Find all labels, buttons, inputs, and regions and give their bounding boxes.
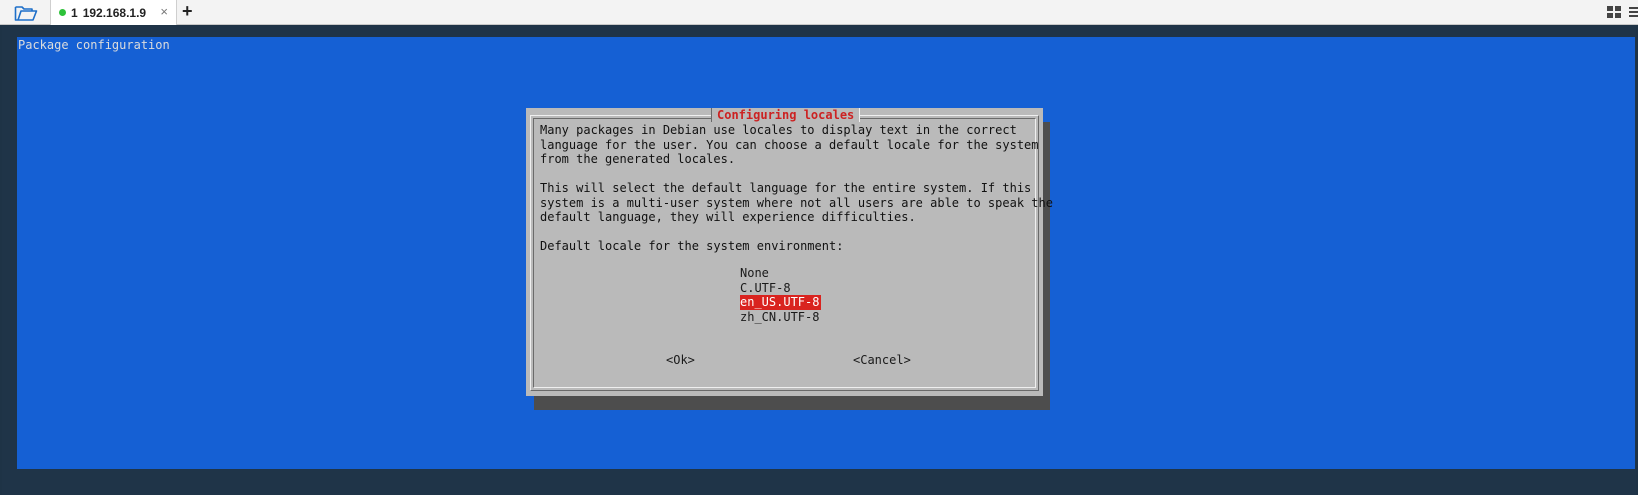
- locale-option-c-utf8[interactable]: C.UTF-8: [740, 281, 821, 296]
- terminal-window[interactable]: Package configuration Configuring locale…: [2, 26, 1636, 495]
- terminal-screen[interactable]: Package configuration Configuring locale…: [17, 37, 1635, 469]
- tab-number: 1: [71, 5, 78, 20]
- open-folder-button[interactable]: [8, 2, 44, 23]
- dialog-title: Configuring locales: [711, 108, 861, 122]
- session-tab[interactable]: 1 192.168.1.9 ×: [50, 0, 177, 25]
- menu-icon: [1629, 7, 1638, 17]
- close-tab-icon[interactable]: ×: [160, 4, 168, 19]
- connection-status-dot: [59, 9, 66, 16]
- layout-grid-button[interactable]: [1606, 4, 1622, 20]
- ok-button[interactable]: <Ok>: [666, 353, 695, 367]
- menu-button[interactable]: [1627, 4, 1638, 20]
- locale-list[interactable]: None C.UTF-8 en_US.UTF-8 zh_CN.UTF-8: [740, 266, 821, 324]
- grid-icon: [1607, 6, 1621, 18]
- backtitle: Package configuration: [18, 38, 170, 52]
- locale-option-zh-cn-utf8[interactable]: zh_CN.UTF-8: [740, 310, 821, 325]
- dialog-message: Many packages in Debian use locales to d…: [540, 123, 1053, 253]
- locale-option-en-us-utf8[interactable]: en_US.UTF-8: [740, 295, 821, 310]
- locale-dialog: Configuring locales Many packages in Deb…: [526, 108, 1053, 396]
- folder-icon: [14, 5, 38, 21]
- tab-bar: 1 192.168.1.9 × +: [0, 0, 1638, 25]
- add-tab-button[interactable]: +: [182, 1, 193, 22]
- locale-option-none[interactable]: None: [740, 266, 821, 281]
- tab-title: 192.168.1.9: [82, 5, 147, 20]
- cancel-button[interactable]: <Cancel>: [853, 353, 911, 367]
